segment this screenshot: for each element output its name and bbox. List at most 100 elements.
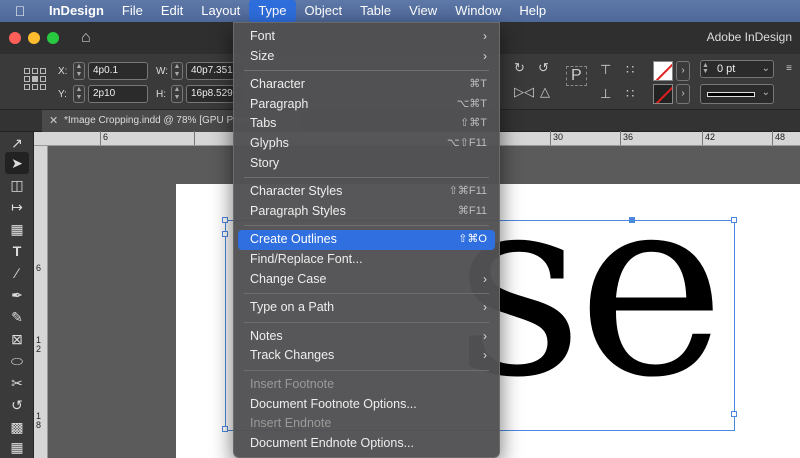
menu-item-label: Insert Footnote xyxy=(250,376,335,391)
frame-handle[interactable] xyxy=(731,217,737,223)
gap-tool-icon[interactable]: ↦ xyxy=(5,196,29,218)
menu-item-glyphs[interactable]: Glyphs ⌥⇧F11 xyxy=(238,134,495,154)
menu-item-paragraph-styles[interactable]: Paragraph Styles ⌘F11 xyxy=(238,202,495,222)
menu-item-label: Insert Endnote xyxy=(250,416,332,431)
menu-file[interactable]: File xyxy=(113,0,152,22)
close-tab-icon[interactable]: ✕ xyxy=(49,110,58,132)
paragraph-p-icon[interactable]: P xyxy=(566,66,587,86)
w-label: W: xyxy=(156,65,169,77)
pen-tool-icon[interactable]: ✒ xyxy=(5,284,29,306)
distribute-icon[interactable]: ∷ xyxy=(626,62,634,78)
menu-item-label: Character xyxy=(250,77,305,92)
menu-item-track-changes[interactable]: Track Changes › xyxy=(238,346,495,366)
rotate-tool-icon[interactable]: ↺ xyxy=(5,394,29,416)
h-stepper[interactable]: ▲ ▼ xyxy=(171,85,183,103)
flip-vertical-icon[interactable]: △ xyxy=(540,84,550,100)
menu-edit[interactable]: Edit xyxy=(152,0,192,22)
zoom-window-button[interactable] xyxy=(47,32,59,44)
distribute-bottom-icon[interactable]: ∷ xyxy=(626,86,634,102)
home-icon[interactable]: ⌂ xyxy=(81,29,91,47)
stroke-type-dropdown-icon[interactable]: ⌄ xyxy=(762,87,770,98)
menu-item-shortcut: ⌥⇧F11 xyxy=(446,136,487,149)
menu-item-notes[interactable]: Notes › xyxy=(238,327,495,347)
stroke-swatch[interactable] xyxy=(653,84,673,104)
flip-horizontal-icon[interactable]: ▷◁ xyxy=(514,84,534,100)
menu-item-document-footnote-options[interactable]: Document Footnote Options... xyxy=(238,395,495,415)
gradient-tool-icon[interactable]: ▩ xyxy=(5,416,29,438)
content-collector-icon[interactable]: ▦ xyxy=(5,218,29,240)
menu-window[interactable]: Window xyxy=(446,0,510,22)
menu-item-font[interactable]: Font › xyxy=(238,27,495,47)
frame-handle[interactable] xyxy=(629,217,635,223)
fill-swatch-arrow[interactable]: › xyxy=(676,61,690,81)
menu-item-shortcut: ⌘T xyxy=(469,78,487,91)
menu-object[interactable]: Object xyxy=(296,0,352,22)
stroke-weight-value: 0 pt xyxy=(717,63,736,75)
menu-item-character-styles[interactable]: Character Styles ⇧⌘F11 xyxy=(238,182,495,202)
type-tool-icon[interactable]: T xyxy=(5,240,29,262)
menu-type[interactable]: Type xyxy=(249,0,296,22)
stroke-weight-stepper[interactable]: ▲ ▼ xyxy=(702,62,709,75)
menu-item-tabs[interactable]: Tabs ⇧⌘T xyxy=(238,114,495,134)
y-position-field: Y: ▲ ▼ 2p10 xyxy=(58,85,148,103)
y-input[interactable]: 2p10 xyxy=(88,85,148,103)
reference-point-icon[interactable] xyxy=(24,68,46,90)
line-tool-icon[interactable]: ∕ xyxy=(5,262,29,284)
menu-item-story[interactable]: Story xyxy=(238,154,495,174)
ruler-label: 6 xyxy=(103,132,109,142)
apple-icon[interactable]:  xyxy=(0,3,40,19)
panel-menu-icon[interactable]: ≡ xyxy=(782,60,796,80)
fill-swatch[interactable] xyxy=(653,61,673,81)
align-bottom-icon[interactable]: ⊥ xyxy=(600,86,611,102)
align-top-icon[interactable]: ⊤ xyxy=(600,62,611,78)
y-label: Y: xyxy=(58,88,67,100)
pencil-tool-icon[interactable]: ✎ xyxy=(5,306,29,328)
x-label: X: xyxy=(58,65,68,77)
menu-table[interactable]: Table xyxy=(351,0,400,22)
x-stepper[interactable]: ▲ ▼ xyxy=(73,62,85,80)
menu-item-shortcut: ⇧⌘T xyxy=(460,117,487,130)
stroke-weight-dropdown-icon[interactable]: ⌄ xyxy=(762,61,770,77)
scissors-tool-icon[interactable]: ✂ xyxy=(5,372,29,394)
rotate-ccw-icon[interactable]: ↺ xyxy=(538,60,549,76)
menu-help[interactable]: Help xyxy=(510,0,555,22)
w-stepper[interactable]: ▲ ▼ xyxy=(171,62,183,80)
menu-item-create-outlines[interactable]: Create Outlines ⇧⌘O xyxy=(238,230,495,250)
page-tool-icon[interactable]: ◫ xyxy=(5,174,29,196)
rectangle-frame-tool-icon[interactable]: ⊠ xyxy=(5,328,29,350)
rotate-cw-icon[interactable]: ↻ xyxy=(514,60,525,76)
y-stepper[interactable]: ▲ ▼ xyxy=(73,85,85,103)
selection-tool-icon[interactable]: ↗ xyxy=(5,132,29,154)
x-input[interactable]: 4p0.1 xyxy=(88,62,148,80)
stroke-type-select[interactable]: ⌄ xyxy=(700,84,774,104)
menu-item-character[interactable]: Character ⌘T xyxy=(238,75,495,95)
frame-handle[interactable] xyxy=(222,217,228,223)
stroke-swatch-arrow[interactable]: › xyxy=(676,84,690,104)
menu-item-label: Glyphs xyxy=(250,135,289,150)
frame-handle[interactable] xyxy=(222,231,228,237)
frame-handle[interactable] xyxy=(222,426,228,432)
menu-item-size[interactable]: Size › xyxy=(238,47,495,67)
menu-indesign[interactable]: InDesign xyxy=(40,0,113,22)
x-position-field: X: ▲ ▼ 4p0.1 xyxy=(58,62,148,80)
stroke-weight-field[interactable]: 0 pt ⌄ xyxy=(700,60,774,78)
submenu-arrow-icon: › xyxy=(483,300,487,315)
direct-selection-tool-icon[interactable]: ➤ xyxy=(5,152,29,174)
menu-item-label: Type on a Path xyxy=(250,300,335,315)
frame-handle[interactable] xyxy=(731,411,737,417)
minimize-window-button[interactable] xyxy=(28,32,40,44)
menu-view[interactable]: View xyxy=(400,0,446,22)
menu-item-paragraph[interactable]: Paragraph ⌥⌘T xyxy=(238,95,495,115)
menu-item-find-replace-font[interactable]: Find/Replace Font... xyxy=(238,250,495,270)
vertical-ruler[interactable]: 6 12 18 xyxy=(34,146,48,458)
menu-separator xyxy=(244,321,489,323)
gradient-feather-tool-icon[interactable]: ▦ xyxy=(5,436,29,458)
menu-item-document-endnote-options[interactable]: Document Endnote Options... xyxy=(238,434,495,454)
menu-separator xyxy=(244,369,489,371)
menu-item-change-case[interactable]: Change Case › xyxy=(238,270,495,290)
menu-item-type-on-a-path[interactable]: Type on a Path › xyxy=(238,298,495,318)
close-window-button[interactable] xyxy=(9,32,21,44)
ellipse-tool-icon[interactable]: ⬭ xyxy=(5,350,29,372)
menu-layout[interactable]: Layout xyxy=(192,0,249,22)
menu-item-shortcut: ⇧⌘F11 xyxy=(448,185,487,198)
